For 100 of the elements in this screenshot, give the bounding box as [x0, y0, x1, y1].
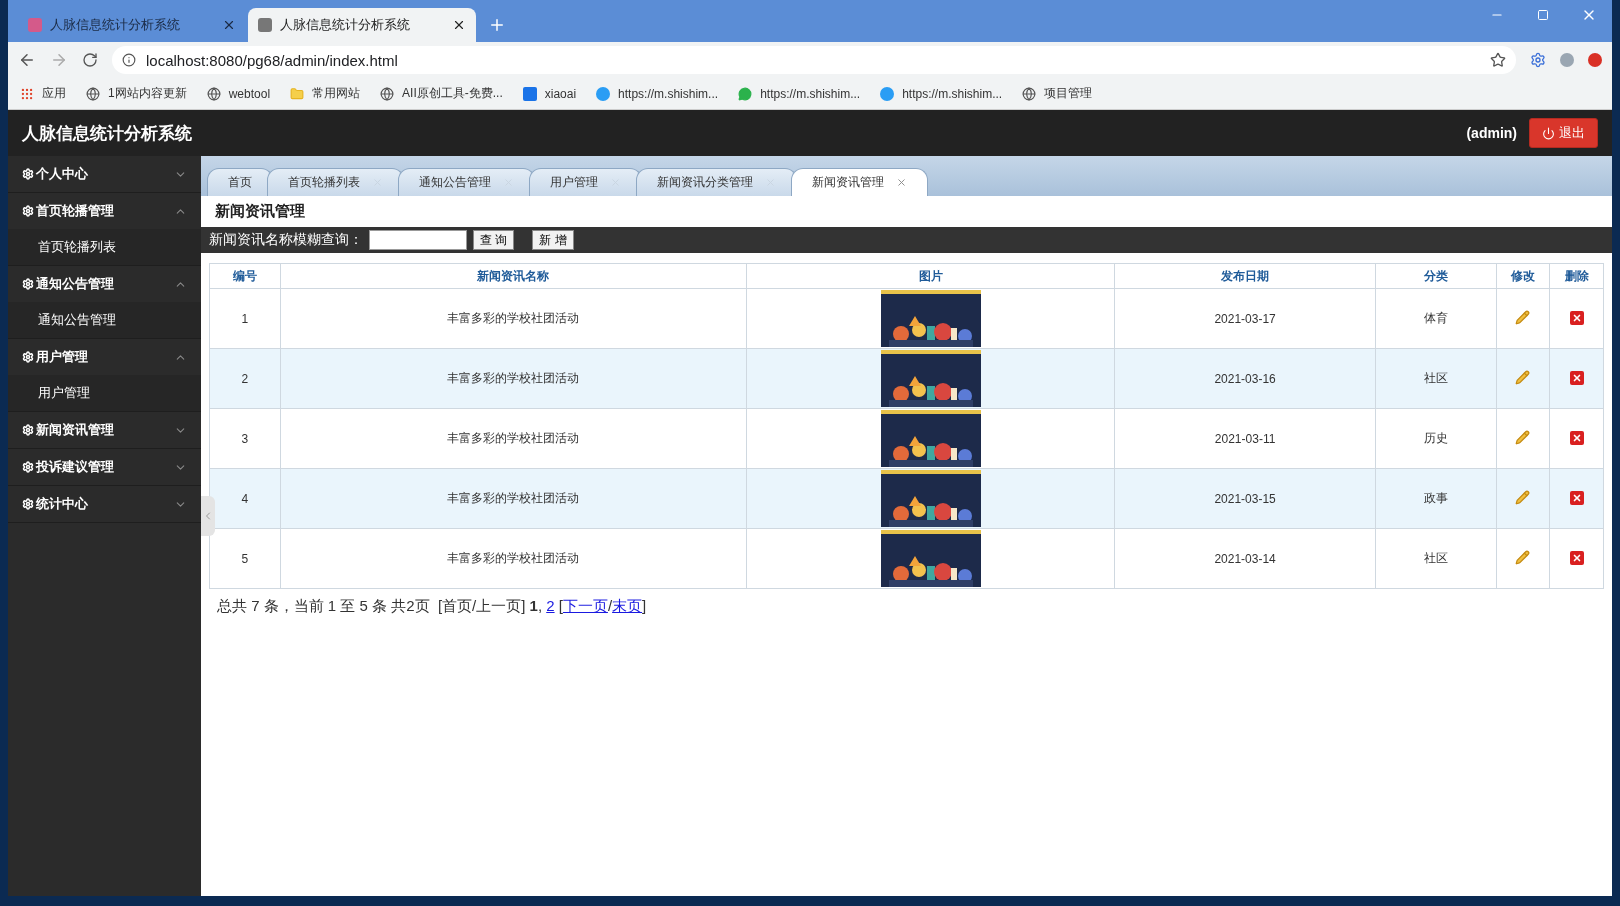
- edit-icon[interactable]: [1515, 429, 1531, 445]
- bookmark-link[interactable]: 应用: [42, 85, 66, 102]
- table-cell: 丰富多彩的学校社团活动: [280, 288, 747, 349]
- search-field[interactable]: [369, 230, 467, 250]
- delete-icon[interactable]: [1569, 431, 1584, 445]
- gear-icon: [22, 424, 34, 436]
- bookmark-link[interactable]: https://m.shishim...: [618, 86, 719, 101]
- column-header: 分类: [1375, 263, 1496, 289]
- bookmark-link[interactable]: 常用网站: [312, 85, 361, 102]
- bookmark-link[interactable]: https://m.shishim...: [760, 86, 861, 101]
- search-label: 新闻资讯名称模糊查询：: [209, 231, 363, 249]
- info-icon[interactable]: [122, 53, 136, 67]
- update-icon[interactable]: [1588, 53, 1602, 67]
- menu-group[interactable]: 通知公告管理: [8, 266, 201, 302]
- menu-group[interactable]: 用户管理: [8, 339, 201, 375]
- close-icon[interactable]: [452, 18, 466, 32]
- menu-group[interactable]: 投诉建议管理: [8, 449, 201, 485]
- table-cell: 丰富多彩的学校社团活动: [280, 408, 747, 469]
- logout-button[interactable]: 退出: [1529, 118, 1598, 148]
- column-header: 新闻资讯名称: [280, 263, 747, 289]
- menu-group[interactable]: 新闻资讯管理: [8, 412, 201, 448]
- avatar-icon[interactable]: [1560, 53, 1574, 67]
- table-cell: 2021-03-15: [1114, 468, 1376, 529]
- gear-icon: [22, 498, 34, 510]
- edit-icon[interactable]: [1515, 489, 1531, 505]
- gear-icon: [22, 278, 34, 290]
- forward-icon[interactable]: [50, 51, 68, 69]
- edit-icon[interactable]: [1515, 549, 1531, 565]
- page-title: 新闻资讯管理: [214, 201, 306, 221]
- gear-icon: [22, 168, 34, 180]
- column-header: 图片: [746, 263, 1115, 289]
- table-cell: 政事: [1375, 468, 1496, 529]
- browser-tab[interactable]: 人脉信息统计分析系统: [248, 8, 476, 42]
- menu-item[interactable]: 首页轮播列表: [8, 229, 201, 265]
- edit-icon[interactable]: [1515, 309, 1531, 325]
- table-cell: 2: [209, 348, 281, 409]
- menu-group[interactable]: 首页轮播管理: [8, 193, 201, 229]
- bookmark-link[interactable]: AII原创工具-免费...: [402, 85, 503, 102]
- bookmark-link[interactable]: 项目管理: [1044, 85, 1093, 102]
- power-icon: [1542, 126, 1555, 140]
- table-cell: 2021-03-14: [1114, 528, 1376, 589]
- bookmark-link[interactable]: 1网站内容更新: [108, 85, 187, 102]
- app-title: 人脉信息统计分析系统: [22, 122, 192, 145]
- gear-icon: [22, 205, 34, 217]
- maximize-icon: [1537, 9, 1549, 21]
- chat-icon: [738, 86, 753, 101]
- table-cell: 丰富多彩的学校社团活动: [280, 528, 747, 589]
- query-button[interactable]: 查 询: [473, 230, 515, 250]
- menu-item[interactable]: 通知公告管理: [8, 302, 201, 338]
- table-cell: 历史: [1375, 408, 1496, 469]
- table-cell: 体育: [1375, 288, 1496, 349]
- gear-icon: [22, 351, 34, 363]
- table-cell: 1: [209, 288, 281, 349]
- table-cell: 5: [209, 528, 281, 589]
- edit-icon[interactable]: [1515, 369, 1531, 385]
- table-cell: 2021-03-17: [1114, 288, 1376, 349]
- menu-group[interactable]: 个人中心: [8, 156, 201, 192]
- table-cell: 社区: [1375, 528, 1496, 589]
- delete-icon[interactable]: [1569, 371, 1584, 385]
- table-cell: 4: [209, 468, 281, 529]
- gear-icon: [22, 461, 34, 473]
- column-header: 删除: [1549, 263, 1604, 289]
- delete-icon[interactable]: [1569, 311, 1584, 325]
- globe-icon: [1022, 86, 1037, 101]
- star-icon[interactable]: [1490, 52, 1506, 68]
- table-cell: 社区: [1375, 348, 1496, 409]
- back-icon[interactable]: [18, 51, 36, 69]
- bookmark-link[interactable]: webtool: [228, 86, 271, 101]
- table-cell: 丰富多彩的学校社团活动: [280, 468, 747, 529]
- circle-icon: [596, 86, 611, 101]
- new-tab-icon[interactable]: [488, 16, 506, 34]
- apps-icon: [20, 86, 34, 101]
- globe-icon: [206, 86, 221, 101]
- browser-tab[interactable]: 人脉信息统计分析系统: [18, 8, 246, 42]
- menu-item[interactable]: 用户管理: [8, 375, 201, 411]
- table-cell: 3: [209, 408, 281, 469]
- user-name: (admin): [1466, 125, 1517, 141]
- favicon-icon: [28, 18, 42, 32]
- extension-icon[interactable]: [1530, 52, 1546, 68]
- square-icon: [522, 86, 537, 101]
- add-button[interactable]: 新 增: [532, 230, 574, 250]
- page-link[interactable]: 2: [546, 597, 555, 614]
- reload-icon[interactable]: [82, 52, 98, 68]
- bookmark-link[interactable]: https://m.shishim...: [902, 86, 1003, 101]
- delete-icon[interactable]: [1569, 551, 1584, 565]
- pagination-text: 总共 7 条，当前 1 至 5 条 共2页 [首页/上一页] 1, 2 [下一页/末页]: [217, 597, 648, 616]
- globe-icon: [86, 86, 100, 101]
- table-cell: 丰富多彩的学校社团活动: [280, 348, 747, 409]
- menu-group[interactable]: 统计中心: [8, 486, 201, 522]
- favicon-icon: [258, 18, 272, 32]
- bookmark-link[interactable]: xiaoai: [544, 86, 577, 101]
- collapse-handle[interactable]: [201, 496, 215, 536]
- column-header: 修改: [1496, 263, 1550, 289]
- table-cell: 2021-03-16: [1114, 348, 1376, 409]
- folder-icon: [290, 86, 305, 101]
- page-tab[interactable]: 新闻资讯管理: [791, 168, 928, 196]
- address-field[interactable]: localhost:8080/pg68/admin/index.html: [112, 46, 1516, 74]
- delete-icon[interactable]: [1569, 491, 1584, 505]
- page-link[interactable]: 下一页: [562, 597, 608, 614]
- globe-icon: [380, 86, 395, 101]
